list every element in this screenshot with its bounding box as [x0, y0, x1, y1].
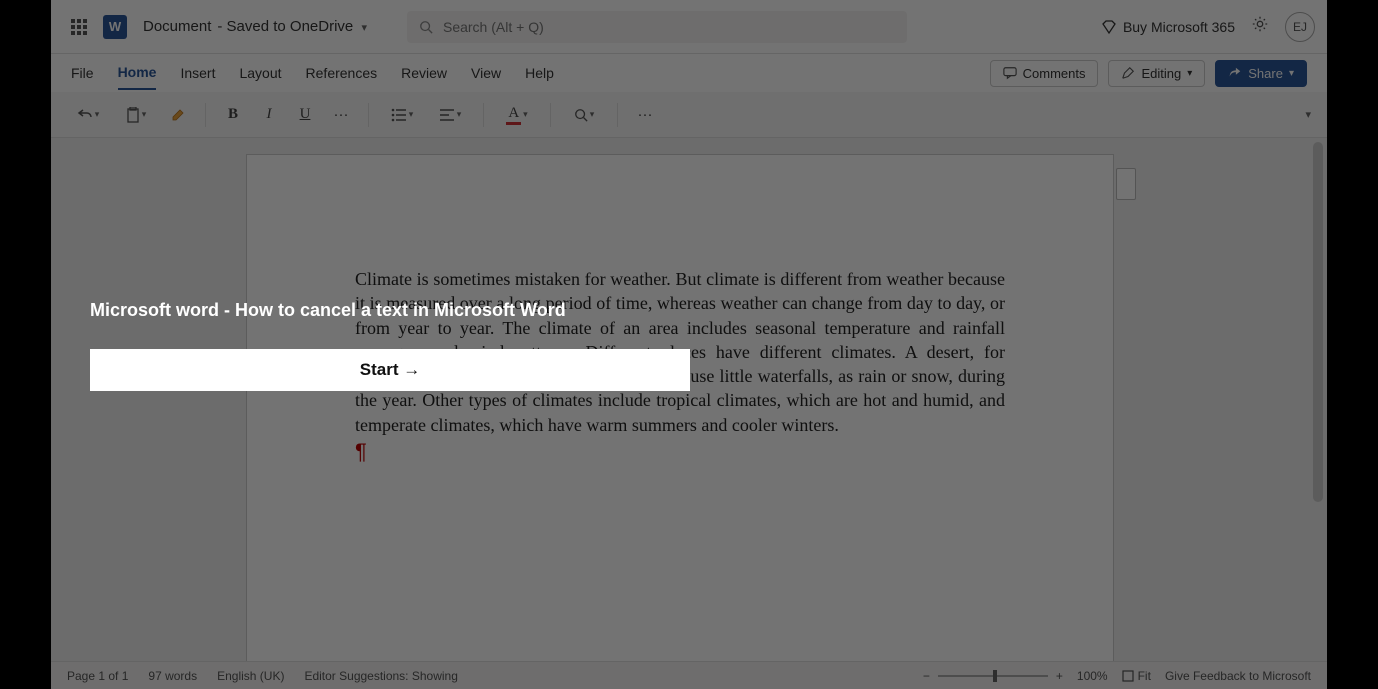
comments-label: Comments: [1023, 66, 1086, 81]
tab-home[interactable]: Home: [118, 56, 157, 90]
fit-label: Fit: [1138, 669, 1151, 683]
save-status[interactable]: - Saved to OneDrive ▾: [217, 18, 367, 35]
home-toolbar: ▾ ▾ B I U ··· ▾ ▾ A ▾ ▾: [51, 92, 1327, 138]
word-app-icon[interactable]: W: [103, 15, 127, 39]
undo-button[interactable]: ▾: [67, 100, 109, 130]
waffle-icon: [71, 19, 87, 35]
chevron-down-icon: ▾: [361, 22, 367, 34]
brush-icon: [170, 107, 186, 123]
tab-layout[interactable]: Layout: [239, 57, 281, 89]
search-icon: [574, 108, 588, 122]
zoom-out-button[interactable]: −: [923, 669, 930, 683]
tab-insert[interactable]: Insert: [180, 57, 215, 89]
chevron-down-icon: ▾: [1289, 68, 1294, 79]
fit-button[interactable]: Fit: [1122, 669, 1151, 683]
share-label: Share: [1248, 66, 1283, 81]
buy-label: Buy Microsoft 365: [1123, 19, 1235, 35]
zoom-in-button[interactable]: +: [1056, 669, 1063, 683]
undo-icon: [77, 107, 93, 123]
align-left-icon: [439, 108, 455, 122]
chevron-down-icon: ▾: [1187, 68, 1192, 79]
diamond-icon: [1101, 19, 1117, 35]
tab-view[interactable]: View: [471, 57, 501, 89]
italic-button[interactable]: I: [254, 100, 284, 130]
save-status-text: Saved to OneDrive: [227, 18, 354, 35]
settings-button[interactable]: [1251, 15, 1269, 38]
gear-icon: [1251, 15, 1269, 33]
title-bar: W Document - Saved to OneDrive ▾ Search …: [51, 0, 1327, 54]
bold-button[interactable]: B: [218, 100, 248, 130]
ribbon-tabs: File Home Insert Layout References Revie…: [51, 54, 1327, 92]
more-font-button[interactable]: ···: [326, 100, 356, 130]
search-icon: [419, 20, 433, 34]
comments-button[interactable]: Comments: [990, 60, 1099, 87]
page-count[interactable]: Page 1 of 1: [67, 669, 128, 683]
format-painter-button[interactable]: [163, 100, 193, 130]
status-bar: Page 1 of 1 97 words English (UK) Editor…: [51, 661, 1327, 689]
user-avatar[interactable]: EJ: [1285, 12, 1315, 42]
editor-status[interactable]: Editor Suggestions: Showing: [304, 669, 457, 683]
editing-mode-button[interactable]: Editing ▾: [1108, 60, 1205, 87]
document-canvas: Climate is sometimes mistaken for weathe…: [51, 138, 1327, 661]
document-name[interactable]: Document: [143, 18, 211, 35]
document-page[interactable]: Climate is sometimes mistaken for weathe…: [246, 154, 1114, 661]
start-button[interactable]: Start →: [90, 349, 690, 391]
ribbon-expand-button[interactable]: ▾: [1305, 108, 1311, 121]
zoom-thumb[interactable]: [993, 670, 997, 682]
page-margin-handle[interactable]: [1116, 168, 1136, 200]
paragraph-mark-icon: ¶: [355, 441, 1005, 463]
clipboard-icon: [126, 107, 140, 123]
app-launcher-button[interactable]: [63, 11, 95, 43]
zoom-track[interactable]: [938, 675, 1048, 677]
more-commands-button[interactable]: ···: [630, 100, 660, 130]
tab-help[interactable]: Help: [525, 57, 554, 89]
tab-review[interactable]: Review: [401, 57, 447, 89]
search-placeholder: Search (Alt + Q): [443, 19, 544, 35]
tutorial-title: Microsoft word - How to cancel a text in…: [90, 300, 690, 321]
save-separator: -: [217, 18, 226, 35]
list-icon: [391, 108, 407, 122]
paste-button[interactable]: ▾: [115, 100, 157, 130]
tab-references[interactable]: References: [306, 57, 378, 89]
language-status[interactable]: English (UK): [217, 669, 284, 683]
tutorial-overlay: Microsoft word - How to cancel a text in…: [90, 300, 690, 391]
find-button[interactable]: ▾: [563, 100, 605, 130]
zoom-percent[interactable]: 100%: [1077, 669, 1108, 683]
feedback-link[interactable]: Give Feedback to Microsoft: [1165, 669, 1311, 683]
bullets-button[interactable]: ▾: [381, 100, 423, 130]
font-color-icon: A: [506, 105, 521, 125]
search-input[interactable]: Search (Alt + Q): [407, 11, 907, 43]
vertical-scrollbar[interactable]: [1313, 142, 1323, 502]
pencil-icon: [1121, 66, 1135, 80]
editing-label: Editing: [1141, 66, 1181, 81]
zoom-slider[interactable]: − +: [923, 669, 1063, 683]
align-button[interactable]: ▾: [429, 100, 471, 130]
share-button[interactable]: Share ▾: [1215, 60, 1307, 87]
font-color-button[interactable]: A ▾: [496, 100, 538, 130]
tab-file[interactable]: File: [71, 57, 94, 89]
underline-button[interactable]: U: [290, 100, 320, 130]
word-count[interactable]: 97 words: [148, 669, 197, 683]
buy-microsoft-365-button[interactable]: Buy Microsoft 365: [1101, 19, 1235, 35]
comment-icon: [1003, 66, 1017, 80]
share-icon: [1228, 66, 1242, 80]
fit-icon: [1122, 670, 1134, 682]
